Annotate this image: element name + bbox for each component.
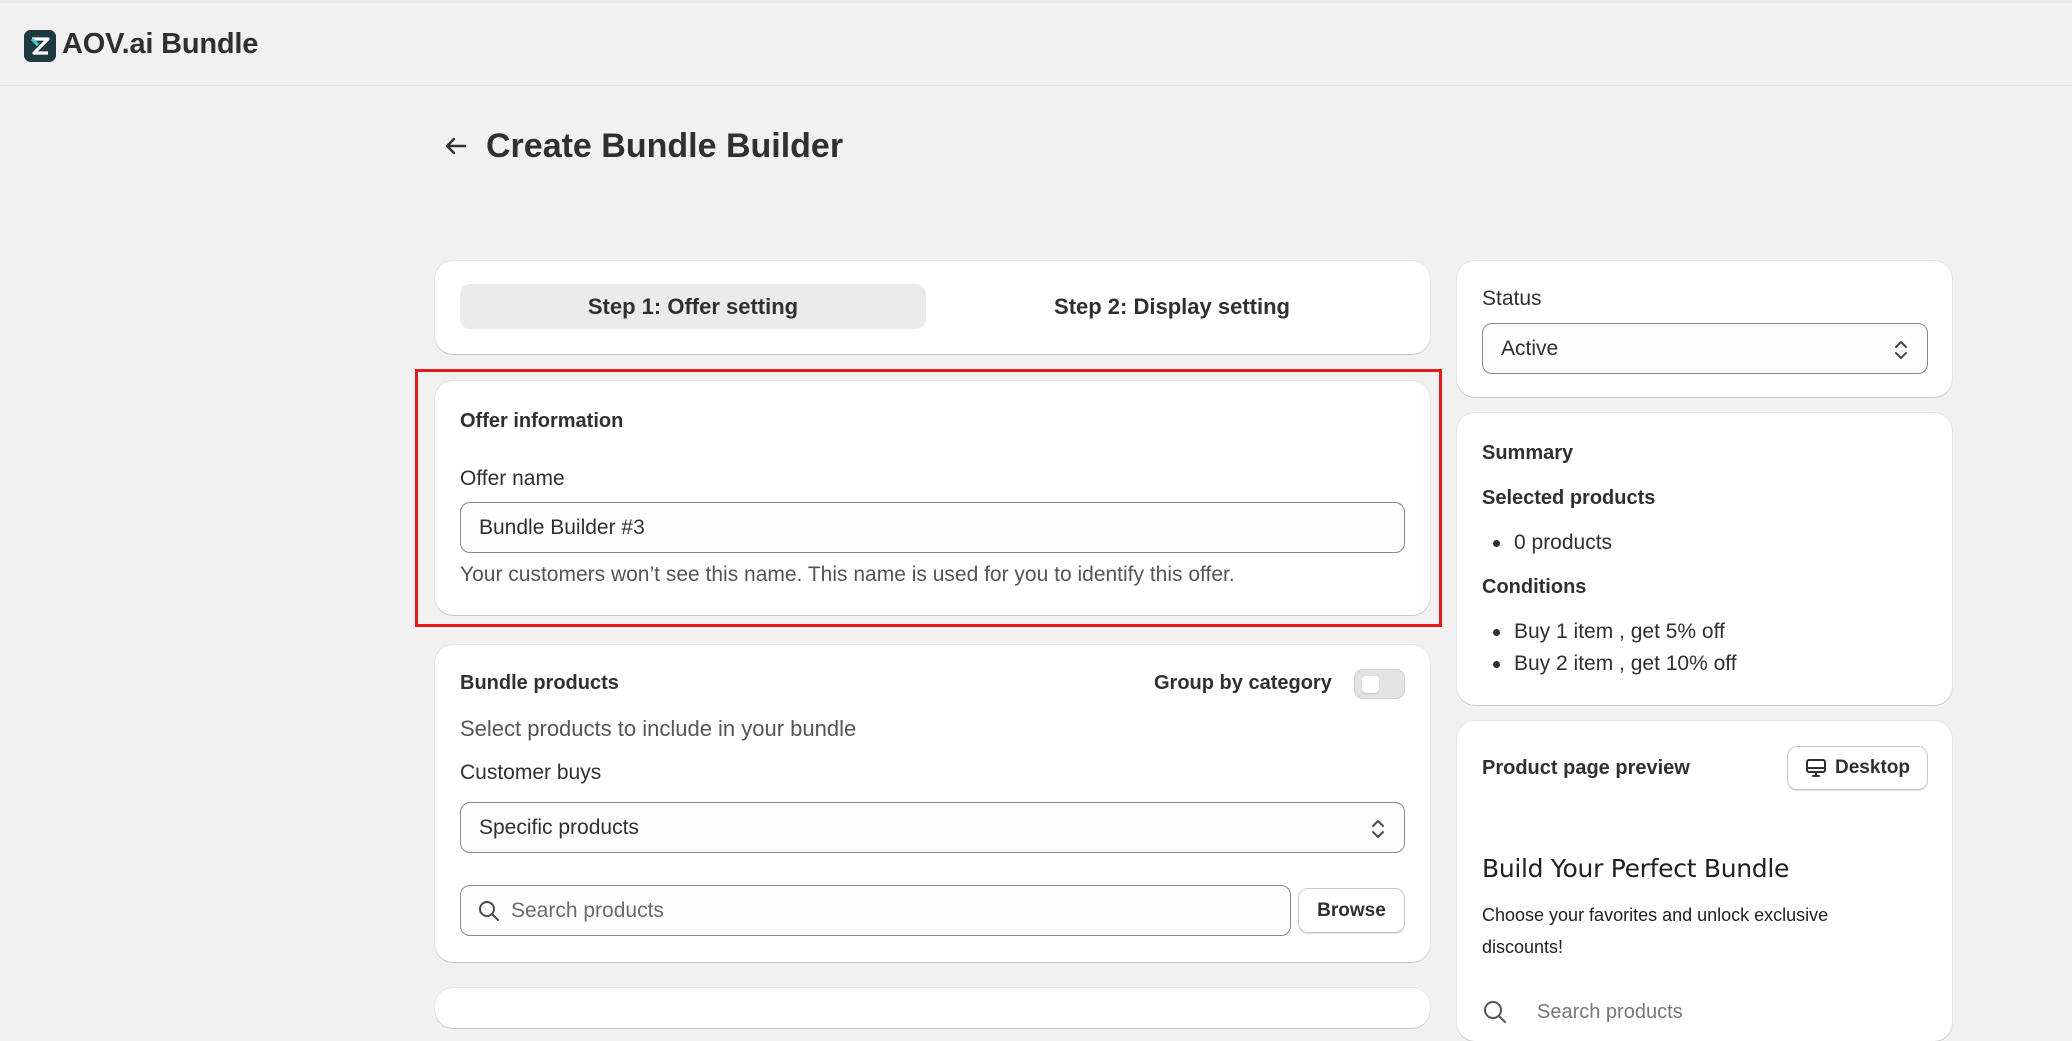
toggle-knob — [1362, 676, 1379, 693]
search-icon — [479, 901, 499, 921]
customer-buys-value: Specific products — [479, 815, 639, 839]
tab-display-setting[interactable]: Step 2: Display setting — [939, 284, 1405, 329]
bundle-subtitle: Select products to include in your bundl… — [460, 716, 857, 741]
bundle-section-title: Bundle products — [460, 672, 619, 694]
preview-description: Choose your favorites and unlock exclusi… — [1482, 905, 1829, 957]
offer-section-title: Offer information — [460, 410, 624, 432]
product-search-input[interactable] — [511, 894, 1271, 928]
preview-title: Product page preview — [1482, 757, 1690, 779]
next-card — [435, 988, 1430, 1028]
desktop-preview-button[interactable]: Desktop — [1787, 746, 1928, 790]
preview-search-placeholder: Search products — [1537, 1001, 1683, 1023]
list-item: Buy 2 item , get 10% off — [1482, 648, 1737, 680]
search-icon — [1484, 1001, 1506, 1023]
bundle-products-card: Bundle products Group by category Select… — [435, 645, 1430, 962]
summary-card: Summary Selected products 0 products Con… — [1457, 413, 1952, 705]
selected-products-title: Selected products — [1482, 487, 1656, 509]
offer-name-help-text: Your customers won’t see this name. This… — [460, 563, 1235, 586]
tab-offer-setting[interactable]: Step 1: Offer setting — [460, 284, 926, 329]
group-by-category-label: Group by category — [1154, 672, 1332, 694]
page-title: Create Bundle Builder — [486, 127, 844, 165]
browse-button[interactable]: Browse — [1298, 888, 1405, 933]
app-header: AOV.ai Bundle — [0, 0, 2072, 86]
preview-search[interactable]: Search products — [1482, 993, 1902, 1033]
select-chevron-icon — [1372, 820, 1384, 838]
list-item: Buy 1 item , get 5% off — [1482, 616, 1737, 648]
back-arrow-icon[interactable] — [442, 132, 470, 160]
customer-buys-label: Customer buys — [460, 761, 602, 784]
group-by-category-toggle[interactable] — [1354, 669, 1405, 699]
offer-name-input[interactable]: Bundle Builder #3 — [460, 502, 1405, 553]
customer-buys-select[interactable]: Specific products — [460, 802, 1405, 853]
preview-heading: Build Your Perfect Bundle — [1482, 854, 1790, 883]
status-value: Active — [1501, 336, 1559, 360]
conditions-title: Conditions — [1482, 576, 1587, 598]
app-title: AOV.ai Bundle — [62, 28, 259, 60]
offer-information-card: Offer information Offer name Bundle Buil… — [435, 381, 1430, 615]
desktop-icon — [1806, 759, 1827, 777]
desktop-label: Desktop — [1835, 757, 1910, 778]
offer-name-label: Offer name — [460, 467, 565, 490]
selected-products-list: 0 products — [1482, 527, 1612, 559]
product-search-box[interactable] — [460, 885, 1291, 936]
steps-card: Step 1: Offer setting Step 2: Display se… — [435, 261, 1430, 354]
conditions-list: Buy 1 item , get 5% off Buy 2 item , get… — [1482, 616, 1737, 680]
status-select[interactable]: Active — [1482, 323, 1928, 374]
select-chevron-icon — [1895, 341, 1907, 359]
app-logo-icon — [24, 30, 56, 62]
summary-title: Summary — [1482, 442, 1574, 464]
status-card: Status Active — [1457, 261, 1952, 397]
status-label: Status — [1482, 287, 1542, 310]
product-page-preview-card: Product page preview Desktop Build Your … — [1457, 721, 1952, 1041]
list-item: 0 products — [1482, 527, 1612, 559]
